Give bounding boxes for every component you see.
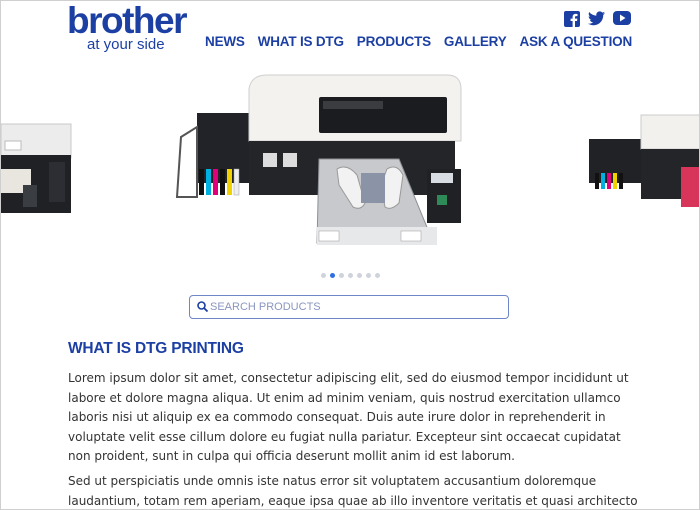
nav-ask-a-question[interactable]: ASK A QUESTION [520,34,633,49]
search-icon [197,301,208,312]
carousel-dot[interactable] [357,273,362,278]
search-input[interactable] [210,298,500,316]
body-paragraph-2: Sed ut perspiciatis unde omnis iste natu… [68,474,638,508]
carousel-dot[interactable] [339,273,344,278]
product-carousel[interactable] [1,67,700,267]
prev-slide-printer[interactable] [1,123,72,213]
next-slide-printer[interactable] [589,114,700,207]
carousel-dot[interactable] [321,273,326,278]
nav-gallery[interactable]: GALLERY [444,34,507,49]
nav-products[interactable]: PRODUCTS [357,34,431,49]
page: brother at your side NEWS WHAT IS DTG PR… [0,0,700,510]
main-printer-image [175,74,462,245]
search-bar[interactable] [189,295,509,319]
section-heading: WHAT IS DTG PRINTING [68,340,244,357]
carousel-dot[interactable] [366,273,371,278]
youtube-icon[interactable] [613,11,631,32]
main-nav: NEWS WHAT IS DTG PRODUCTS GALLERY ASK A … [205,34,632,49]
brand-tagline: at your side [87,36,165,53]
nav-news[interactable]: NEWS [205,34,245,49]
carousel-slides [1,74,700,245]
carousel-dot-active[interactable] [330,273,335,278]
carousel-indicators [321,273,380,278]
facebook-icon[interactable] [564,11,580,32]
brand-logo[interactable]: brother at your side [67,1,197,54]
carousel-dot[interactable] [375,273,380,278]
nav-what-is-dtg[interactable]: WHAT IS DTG [258,34,344,49]
twitter-icon[interactable] [588,11,605,32]
social-links [564,11,631,32]
body-paragraph-1: Lorem ipsum dolor sit amet, consectetur … [68,371,629,463]
carousel-dot[interactable] [348,273,353,278]
